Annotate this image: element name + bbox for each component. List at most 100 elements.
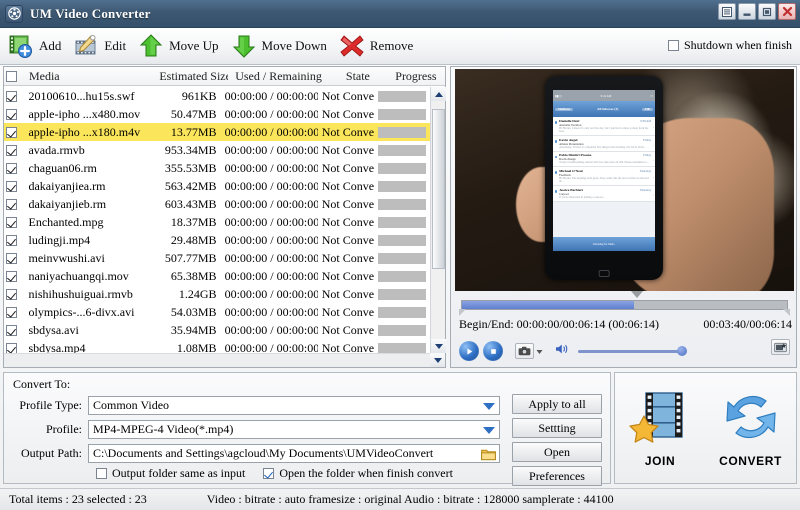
begin-marker[interactable]: [459, 309, 466, 316]
table-row[interactable]: sbdysa.avi 35.94MB 00:00:00 / 00:00:00 Not …: [4, 321, 430, 339]
preferences-button[interactable]: Preferences: [512, 466, 602, 486]
menu-button[interactable]: [718, 3, 736, 20]
row-checkbox-cell[interactable]: [4, 288, 24, 300]
row-checkbox[interactable]: [6, 162, 18, 174]
table-row[interactable]: meinvwushi.avi 507.77MB 00:00:00 / 00:00:0…: [4, 249, 430, 267]
column-header-progress[interactable]: Progress: [387, 69, 445, 84]
select-all-header[interactable]: [4, 70, 25, 82]
row-checkbox[interactable]: [6, 234, 18, 246]
profile-type-select[interactable]: Common Video: [88, 396, 500, 415]
table-row[interactable]: sbdysa.mp4 1.08MB 00:00:00 / 00:00:00 Not C…: [4, 339, 430, 353]
row-checkbox-cell[interactable]: [4, 180, 24, 192]
open-button[interactable]: Open: [512, 442, 602, 462]
row-checkbox-cell[interactable]: [4, 306, 24, 318]
table-row[interactable]: Enchanted.mpg 18.37MB 00:00:00 / 00:00:00 N…: [4, 213, 430, 231]
row-checkbox[interactable]: [6, 288, 18, 300]
row-checkbox[interactable]: [6, 126, 18, 138]
video-preview-frame[interactable]: ▮▮▯▯ 9:41 AM ▭ Mailboxes All Inboxes (3)…: [455, 69, 794, 291]
column-header-state[interactable]: State: [329, 69, 387, 84]
row-checkbox[interactable]: [6, 270, 18, 282]
table-row[interactable]: 20100610...hu15s.swf 961KB 00:00:00 / 00:0…: [4, 87, 430, 105]
row-checkbox-cell[interactable]: [4, 234, 24, 246]
row-checkbox-cell[interactable]: [4, 252, 24, 264]
row-checkbox-cell[interactable]: [4, 162, 24, 174]
row-checkbox[interactable]: [6, 324, 18, 336]
table-row[interactable]: avada.rmvb 953.34MB 00:00:00 / 00:00:00 Not…: [4, 141, 430, 159]
row-checkbox-cell[interactable]: [4, 216, 24, 228]
effects-button[interactable]: [771, 339, 790, 355]
row-checkbox-cell[interactable]: [4, 270, 24, 282]
column-header-size[interactable]: Estimated Size: [155, 69, 228, 84]
maximize-button[interactable]: [758, 3, 776, 20]
row-checkbox[interactable]: [6, 108, 18, 120]
open-folder-checkbox[interactable]: [263, 468, 275, 479]
scroll-thumb[interactable]: [432, 109, 445, 269]
apply-to-all-button[interactable]: Apply to all: [512, 394, 602, 414]
row-checkbox[interactable]: [6, 306, 18, 318]
row-checkbox[interactable]: [6, 252, 18, 264]
seek-handle[interactable]: [631, 291, 644, 298]
volume-slider[interactable]: [578, 345, 687, 356]
column-header-media[interactable]: Media: [25, 69, 155, 84]
folder-browse-icon[interactable]: [481, 448, 496, 465]
row-checkbox[interactable]: [6, 216, 18, 228]
table-row[interactable]: dakaiyanjieb.rm 603.43MB 00:00:00 / 00:00:…: [4, 195, 430, 213]
setting-button[interactable]: Settting: [512, 418, 602, 438]
open-folder-option[interactable]: Open the folder when finish convert: [263, 466, 453, 481]
table-row[interactable]: apple-ipho ...x480.mov 50.47MB 00:00:00 / …: [4, 105, 430, 123]
row-checkbox[interactable]: [6, 342, 18, 353]
seek-track[interactable]: [461, 300, 788, 310]
table-row[interactable]: olympics-...6-divx.avi 54.03MB 00:00:00 / …: [4, 303, 430, 321]
output-same-as-input-checkbox[interactable]: [96, 468, 107, 479]
table-row[interactable]: naniyachuangqi.mov 65.38MB 00:00:00 / 00:0…: [4, 267, 430, 285]
scroll-down-button[interactable]: [431, 339, 446, 353]
end-marker[interactable]: [783, 309, 790, 316]
edit-film-icon: [73, 33, 99, 59]
toolbar-add[interactable]: Add: [4, 31, 65, 61]
list-horizontal-scrollbar[interactable]: [4, 353, 430, 367]
table-row[interactable]: dakaiyanjiea.rm 563.42MB 00:00:00 / 00:00:…: [4, 177, 430, 195]
table-row[interactable]: nishihushuiguai.rmvb 1.24GB 00:00:00 / 00:…: [4, 285, 430, 303]
row-checkbox-cell[interactable]: [4, 198, 24, 210]
column-header-used[interactable]: Used / Remaining: [228, 69, 329, 84]
toolbar-move-down[interactable]: Move Down: [227, 31, 331, 61]
speaker-icon[interactable]: [555, 343, 570, 359]
play-button[interactable]: [459, 341, 479, 361]
row-checkbox[interactable]: [6, 180, 18, 192]
scroll-corner-button[interactable]: [430, 353, 445, 367]
output-path-input[interactable]: C:\Documents and Settings\agcloud\My Doc…: [88, 444, 500, 463]
profile-select[interactable]: MP4-MPEG-4 Video(*.mp4): [88, 420, 500, 439]
convert-button[interactable]: CONVERT: [719, 389, 782, 468]
row-checkbox[interactable]: [6, 198, 18, 210]
join-button[interactable]: JOIN: [629, 389, 691, 468]
row-checkbox-cell[interactable]: [4, 324, 24, 336]
row-checkbox-cell[interactable]: [4, 144, 24, 156]
seek-bar[interactable]: [457, 291, 792, 316]
select-all-checkbox[interactable]: [6, 70, 18, 82]
volume-knob[interactable]: [677, 345, 687, 356]
toolbar-remove[interactable]: Remove: [335, 31, 417, 61]
camera-icon[interactable]: [515, 343, 534, 359]
row-checkbox-cell[interactable]: [4, 108, 24, 120]
table-row[interactable]: ludingji.mp4 29.48MB 00:00:00 / 00:00:00 No…: [4, 231, 430, 249]
table-row[interactable]: chaguan06.rm 355.53MB 00:00:00 / 00:00:00 N…: [4, 159, 430, 177]
stop-button[interactable]: [483, 341, 503, 361]
row-checkbox[interactable]: [6, 90, 18, 102]
list-vertical-scrollbar[interactable]: [430, 87, 446, 353]
shutdown-when-finish-option[interactable]: Shutdown when finish: [668, 38, 792, 53]
chevron-down-icon[interactable]: [483, 403, 495, 410]
output-same-as-input-option[interactable]: Output folder same as input: [96, 466, 245, 481]
scroll-up-button[interactable]: [431, 87, 446, 101]
toolbar-move-up[interactable]: Move Up: [134, 31, 222, 61]
row-checkbox-cell[interactable]: [4, 126, 24, 138]
row-checkbox-cell[interactable]: [4, 342, 24, 353]
chevron-down-icon[interactable]: [483, 427, 495, 434]
toolbar-edit[interactable]: Edit: [69, 31, 130, 61]
minimize-button[interactable]: [738, 3, 756, 20]
shutdown-checkbox[interactable]: [668, 40, 679, 51]
table-row[interactable]: apple-ipho ...x180.m4v 13.77MB 00:00:00 / …: [4, 123, 430, 141]
close-button[interactable]: [778, 3, 796, 20]
camera-dropdown-icon[interactable]: [536, 344, 543, 359]
row-checkbox[interactable]: [6, 144, 18, 156]
row-checkbox-cell[interactable]: [4, 90, 24, 102]
